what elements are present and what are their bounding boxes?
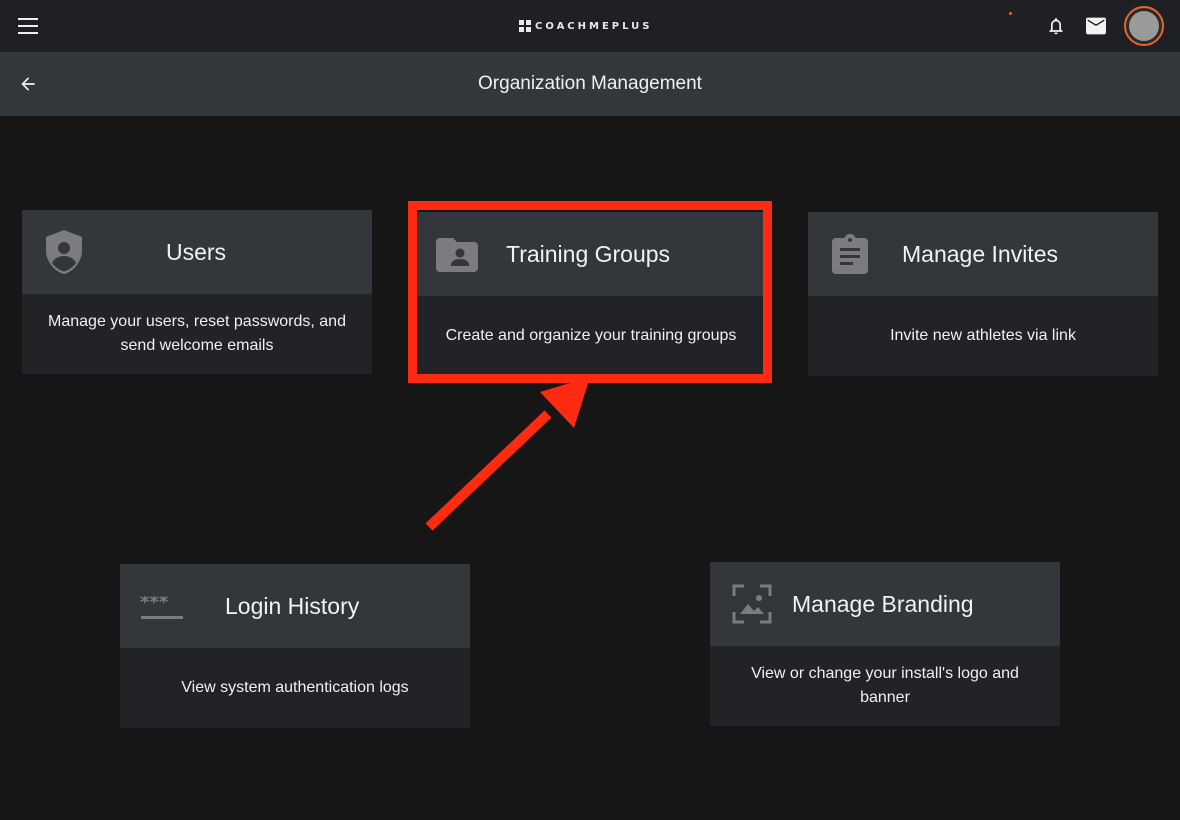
- card-training-groups[interactable]: Training Groups Create and organize your…: [416, 212, 766, 376]
- svg-text:***: ***: [140, 596, 169, 613]
- bell-icon[interactable]: [1046, 16, 1066, 36]
- card-manage-branding[interactable]: Manage Branding View or change your inst…: [710, 562, 1060, 726]
- page-title: Organization Management: [478, 73, 702, 94]
- card-description: Manage your users, reset passwords, and …: [48, 313, 346, 354]
- brand-mark-icon: [519, 20, 531, 32]
- folder-account-icon: [436, 238, 478, 277]
- arrow-left-icon[interactable]: [18, 74, 38, 94]
- card-header: Users: [22, 210, 372, 294]
- shield-account-icon: [44, 230, 84, 279]
- mail-icon[interactable]: [1086, 17, 1106, 35]
- card-title: Users: [166, 239, 227, 265]
- card-title: Manage Invites: [902, 241, 1058, 267]
- card-description: View system authentication logs: [181, 679, 409, 696]
- card-manage-invites[interactable]: Manage Invites Invite new athletes via l…: [808, 212, 1158, 376]
- card-header: Manage Invites: [808, 212, 1158, 296]
- avatar-image: [1129, 11, 1159, 41]
- card-title: Training Groups: [506, 241, 671, 267]
- user-avatar[interactable]: [1124, 6, 1164, 46]
- brand-name: COACHMEPLUS: [535, 20, 653, 32]
- hamburger-menu-icon[interactable]: [18, 18, 38, 34]
- card-title: Login History: [225, 593, 360, 619]
- card-header: Training Groups: [416, 212, 766, 296]
- card-header: *** Login History: [120, 564, 470, 648]
- card-users[interactable]: Users Manage your users, reset passwords…: [22, 210, 372, 374]
- image-frame-icon: [732, 584, 772, 629]
- card-description: Create and organize your training groups: [445, 327, 737, 344]
- card-title: Manage Branding: [792, 591, 974, 617]
- card-header: Manage Branding: [710, 562, 1060, 646]
- top-app-bar: COACHMEPLUS: [0, 0, 1180, 52]
- card-login-history[interactable]: *** Login History View system authentica…: [120, 564, 470, 728]
- brand-logo[interactable]: COACHMEPLUS: [519, 18, 652, 34]
- notification-dot: [1009, 12, 1012, 15]
- card-description: Invite new athletes via link: [890, 327, 1076, 344]
- page-header: Organization Management: [0, 52, 1180, 116]
- card-description: View or change your install's logo and b…: [751, 665, 1019, 706]
- clipboard-text-icon: [832, 234, 868, 279]
- password-asterisks-icon: ***: [140, 592, 184, 625]
